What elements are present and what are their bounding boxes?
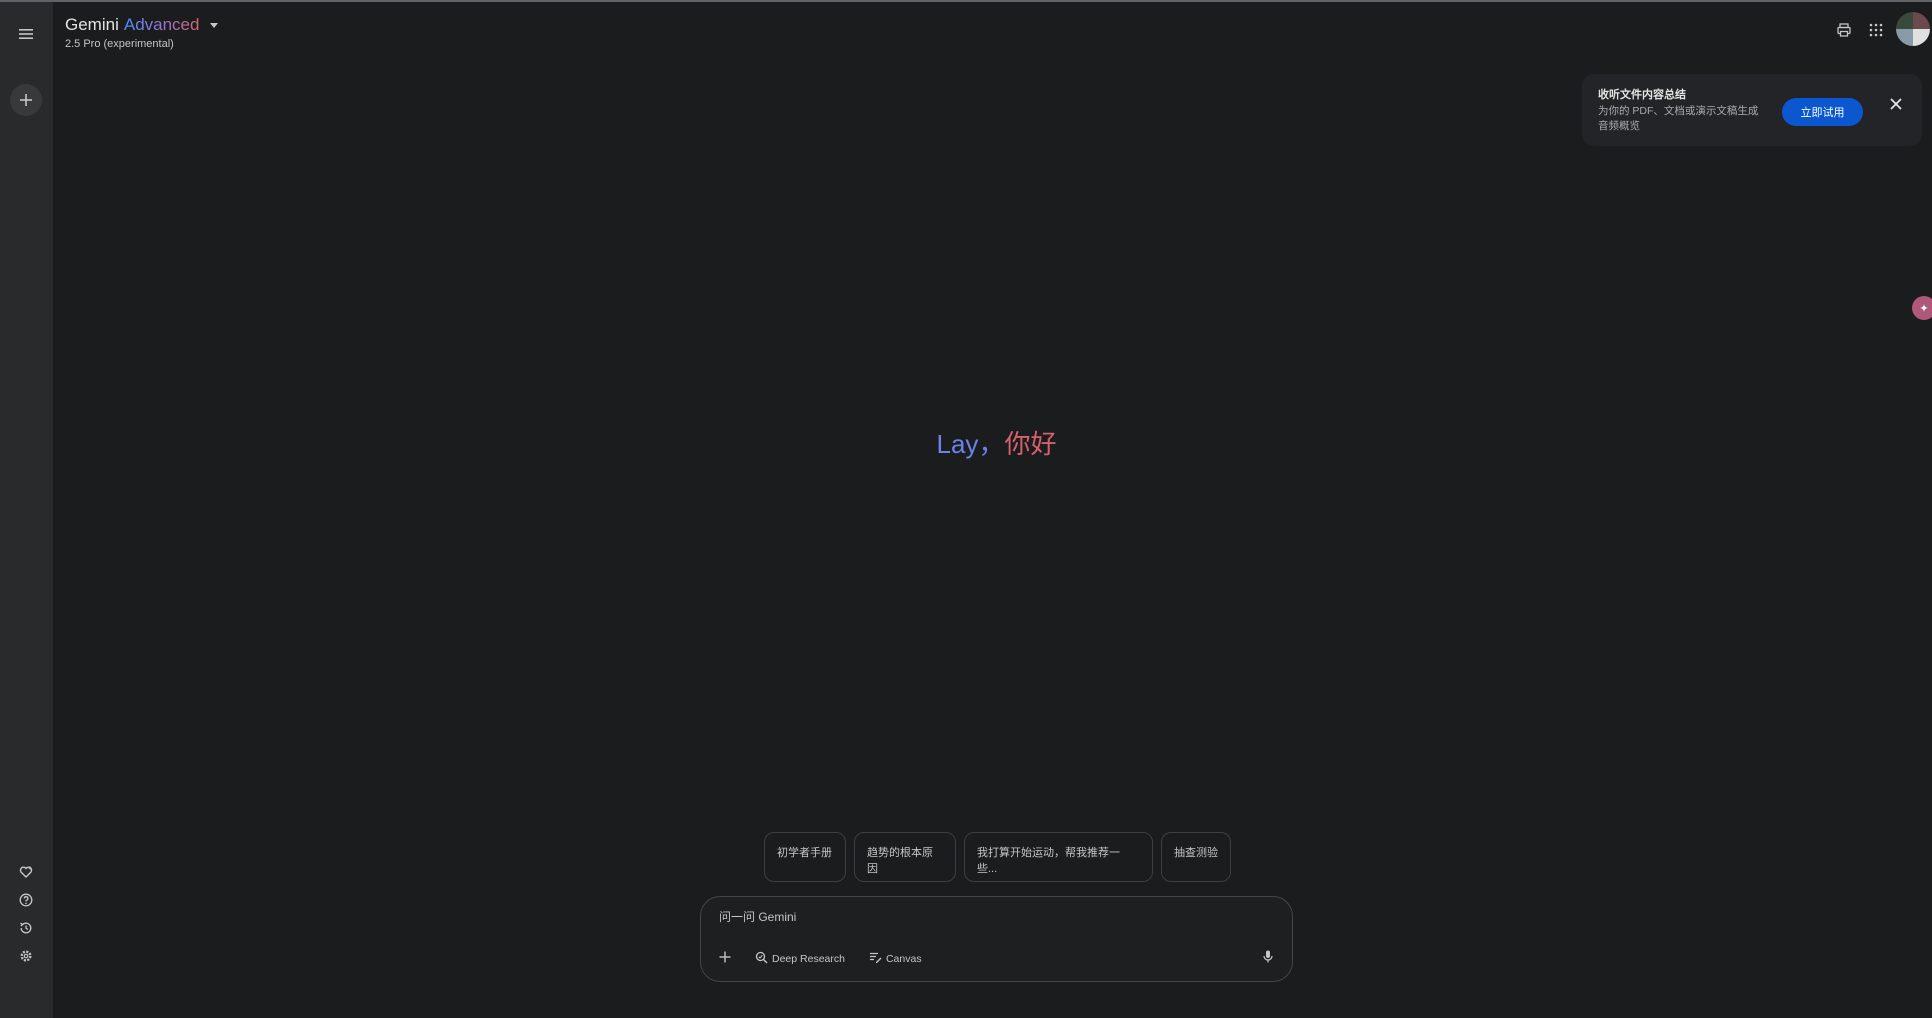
promo-title: 收听文件内容总结 (1598, 89, 1686, 101)
avatar[interactable] (1896, 12, 1930, 46)
suggestion-chips: 初学者手册 趋势的根本原因 我打算开始运动，帮我推荐一些... 抽查测验 (764, 832, 1231, 882)
menu-button[interactable] (12, 20, 40, 48)
apps-button[interactable] (1864, 20, 1888, 44)
mic-icon (1263, 950, 1273, 968)
composer-tools: Deep Research Canvas (713, 947, 928, 971)
plus-icon (19, 93, 33, 107)
greeting-separator: ， (978, 429, 1005, 459)
model-selector[interactable]: Gemini Advanced (65, 15, 219, 35)
suggestion-chip[interactable]: 趋势的根本原因 (854, 832, 956, 882)
promo-card: 收听文件内容总结 为你的 PDF、文档或演示文稿生成音频概览 立即试用 (1582, 74, 1922, 146)
apps-grid-icon (1869, 23, 1883, 42)
plus-icon (719, 950, 731, 968)
menu-icon (19, 28, 33, 40)
prompt-input[interactable] (717, 909, 1261, 925)
sparkle-icon: ✦ (1919, 302, 1929, 315)
canvas-label: Canvas (885, 953, 922, 965)
gem-heart-icon (19, 865, 33, 879)
suggestion-chip[interactable]: 我打算开始运动，帮我推荐一些... (964, 832, 1153, 882)
deep-research-button[interactable]: Deep Research (749, 947, 851, 971)
suggestion-chip[interactable]: 抽查测验 (1161, 832, 1231, 882)
activity-button[interactable] (12, 914, 40, 942)
help-icon (19, 893, 33, 907)
settings-icon (19, 949, 33, 963)
canvas-button[interactable]: Canvas (863, 947, 928, 971)
tier-label: Advanced (123, 15, 200, 34)
close-icon (1890, 97, 1902, 115)
brand-name: Gemini (65, 15, 119, 34)
settings-button[interactable] (12, 942, 40, 970)
canvas-icon (869, 951, 882, 967)
print-button[interactable] (1832, 20, 1856, 44)
top-right-toolbar (1832, 12, 1932, 46)
model-version: 2.5 Pro (experimental) (65, 38, 174, 50)
history-icon (19, 921, 33, 935)
print-icon (1836, 22, 1852, 43)
deep-research-label: Deep Research (772, 953, 845, 965)
deep-research-icon (755, 951, 768, 967)
window-top-border (0, 0, 1932, 2)
add-attachment-button[interactable] (713, 947, 737, 971)
greeting: Lay，你好 (0, 424, 1932, 461)
microphone-button[interactable] (1256, 947, 1280, 971)
gem-manager-button[interactable] (12, 858, 40, 886)
new-chat-button[interactable] (10, 84, 42, 116)
chevron-down-icon (210, 22, 219, 28)
prompt-composer: Deep Research Canvas (700, 896, 1293, 982)
try-now-button[interactable]: 立即试用 (1782, 98, 1863, 126)
extension-bubble[interactable]: ✦ (1912, 296, 1932, 320)
greeting-name: Lay (936, 429, 979, 459)
promo-description: 为你的 PDF、文档或演示文稿生成音频概览 (1598, 105, 1759, 132)
greeting-hello: 你好 (1004, 429, 1057, 459)
suggestion-chip[interactable]: 初学者手册 (764, 832, 846, 882)
promo-close-button[interactable] (1882, 92, 1910, 120)
side-rail (0, 2, 53, 1018)
help-button[interactable] (12, 886, 40, 914)
